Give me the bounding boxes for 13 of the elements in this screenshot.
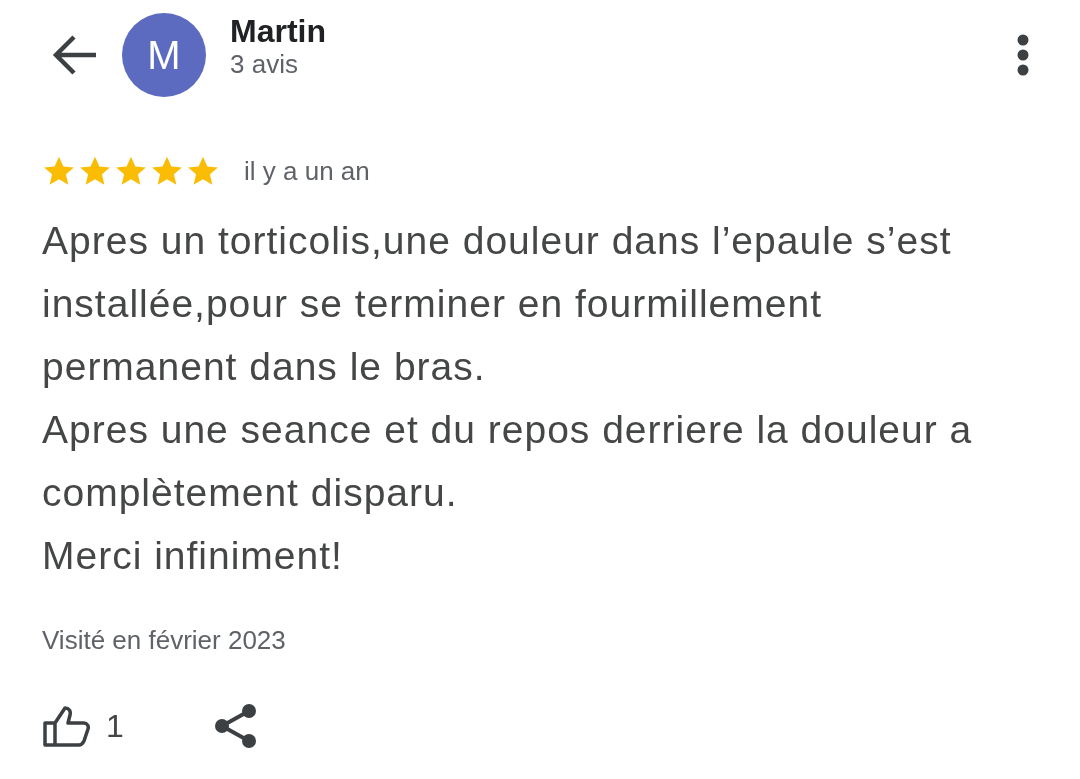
more-options-button[interactable] [1016,33,1030,77]
review-time: il y a un an [244,155,370,188]
like-count: 1 [106,707,124,746]
review-count: 3 avis [230,49,299,81]
share-icon[interactable] [213,703,258,749]
review-text: Merci infiniment! [42,533,344,579]
avatar: M [122,13,206,97]
visit-date: Visité en février 2023 [42,624,287,657]
back-button[interactable] [52,35,98,75]
reviewer-name: Martin [230,14,326,50]
like-icon[interactable] [42,705,90,747]
review-text: Apres une seance et du repos derriere la douleur a complètement disparu. [42,407,974,516]
review-text: Apres un torticolis,une douleur dans l’epaule s’est installée,pour se terminer en fourmillement permanent dans le bras. [42,218,953,390]
